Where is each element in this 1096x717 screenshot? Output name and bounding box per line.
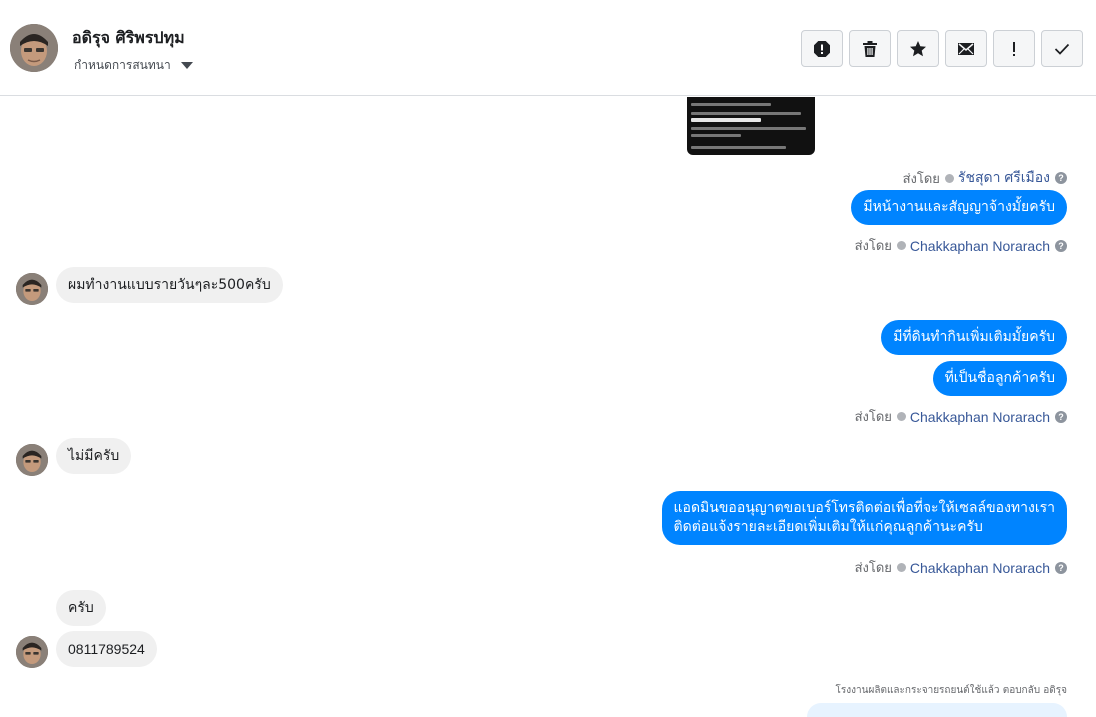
avatar-photo-icon xyxy=(16,273,48,305)
sender-name[interactable]: Chakkaphan Norarach xyxy=(910,238,1050,254)
star-button[interactable] xyxy=(897,30,939,67)
outgoing-message[interactable]: ที่เป็นชื่อลูกค้าครับ xyxy=(932,361,1067,396)
contact-avatar[interactable] xyxy=(10,24,58,72)
image-text-line xyxy=(691,146,786,149)
sender-name[interactable]: รัชสุดา ศรีเมือง xyxy=(958,167,1050,189)
image-title-line xyxy=(691,118,761,122)
assign-label: กำหนดการสนทนา xyxy=(74,58,171,72)
help-icon[interactable]: ? xyxy=(1055,561,1067,574)
help-icon[interactable]: ? xyxy=(1055,410,1067,423)
sent-check-icon xyxy=(944,173,954,183)
image-text-line xyxy=(691,134,741,137)
follow-up-button[interactable] xyxy=(993,30,1035,67)
sent-check-icon xyxy=(896,563,906,572)
sent-by-row: ส่งโดย Chakkaphan Norarach ? xyxy=(855,235,1067,256)
help-icon[interactable]: ? xyxy=(1055,172,1067,184)
avatar-photo-icon xyxy=(16,636,48,668)
contact-avatar-small[interactable] xyxy=(16,636,48,668)
sender-name[interactable]: Chakkaphan Norarach xyxy=(910,409,1050,425)
outgoing-message[interactable]: มีที่ดินทำกินเพิ่มเติมมั้ยครับ xyxy=(881,320,1067,355)
outgoing-message[interactable]: แอดมินขออนุญาตขอเบอร์โทรติดต่อเพื่อที่จะ… xyxy=(661,491,1067,545)
assign-conversation-dropdown[interactable]: กำหนดการสนทนา xyxy=(74,56,193,75)
incoming-message[interactable]: ไม่มีครับ xyxy=(56,438,132,474)
image-text-line xyxy=(691,112,801,115)
conversation-header: อดิรุจ ศิริพรปทุม กำหนดการสนทนา xyxy=(0,0,1096,96)
avatar-photo-icon xyxy=(16,444,48,476)
report-spam-button[interactable] xyxy=(801,30,843,67)
help-icon[interactable]: ? xyxy=(1055,239,1067,252)
caret-down-icon xyxy=(180,62,193,69)
incoming-message[interactable]: ผมทำงานแบบรายวันๆละ500ครับ xyxy=(56,267,283,303)
message-line: แอดมินขออนุญาตขอเบอร์โทรติดต่อเพื่อที่จะ… xyxy=(673,500,1055,516)
delete-button[interactable] xyxy=(849,30,891,67)
trash-icon xyxy=(863,40,877,57)
incoming-message[interactable]: ครับ xyxy=(56,590,106,626)
incoming-message[interactable]: 0811789524 xyxy=(56,631,157,667)
image-text-line xyxy=(691,127,806,130)
sent-by-row: ส่งโดย Chakkaphan Norarach ? xyxy=(855,557,1067,578)
reply-note: โรงงานผลิตและกระจายรถยนต์ใช้แล้ว ตอบกลับ… xyxy=(835,685,1067,696)
envelope-icon xyxy=(958,42,974,55)
outgoing-message-partial[interactable] xyxy=(807,703,1067,717)
star-icon xyxy=(910,40,926,56)
contact-avatar-small[interactable] xyxy=(16,273,48,305)
message-line: ติดต่อแจ้งรายละเอียดเพิ่มเติมให้แก่คุณลู… xyxy=(673,519,983,535)
contact-avatar-small[interactable] xyxy=(16,444,48,476)
shared-image-attachment[interactable] xyxy=(687,97,815,155)
message-thread[interactable]: ส่งโดย รัชสุดา ศรีเมือง ? มีหน้างานและสั… xyxy=(0,97,1096,717)
sent-check-icon xyxy=(896,241,906,250)
check-icon xyxy=(1054,43,1070,55)
exclamation-icon xyxy=(1013,41,1015,56)
contact-name[interactable]: อดิรุจ ศิริพรปทุม xyxy=(72,26,185,51)
conversation-toolbar xyxy=(801,30,1083,67)
sender-name[interactable]: Chakkaphan Norarach xyxy=(910,560,1050,576)
sent-by-row: ส่งโดย รัชสุดา ศรีเมือง ? xyxy=(903,167,1067,189)
alert-circle-icon xyxy=(814,40,830,57)
mark-done-button[interactable] xyxy=(1041,30,1083,67)
sent-by-row: ส่งโดย Chakkaphan Norarach ? xyxy=(855,406,1067,427)
image-text-line xyxy=(691,103,771,106)
sent-check-icon xyxy=(896,412,906,421)
avatar-photo-icon xyxy=(10,24,58,72)
mark-unread-button[interactable] xyxy=(945,30,987,67)
outgoing-message[interactable]: มีหน้างานและสัญญาจ้างมั้ยครับ xyxy=(851,190,1067,225)
